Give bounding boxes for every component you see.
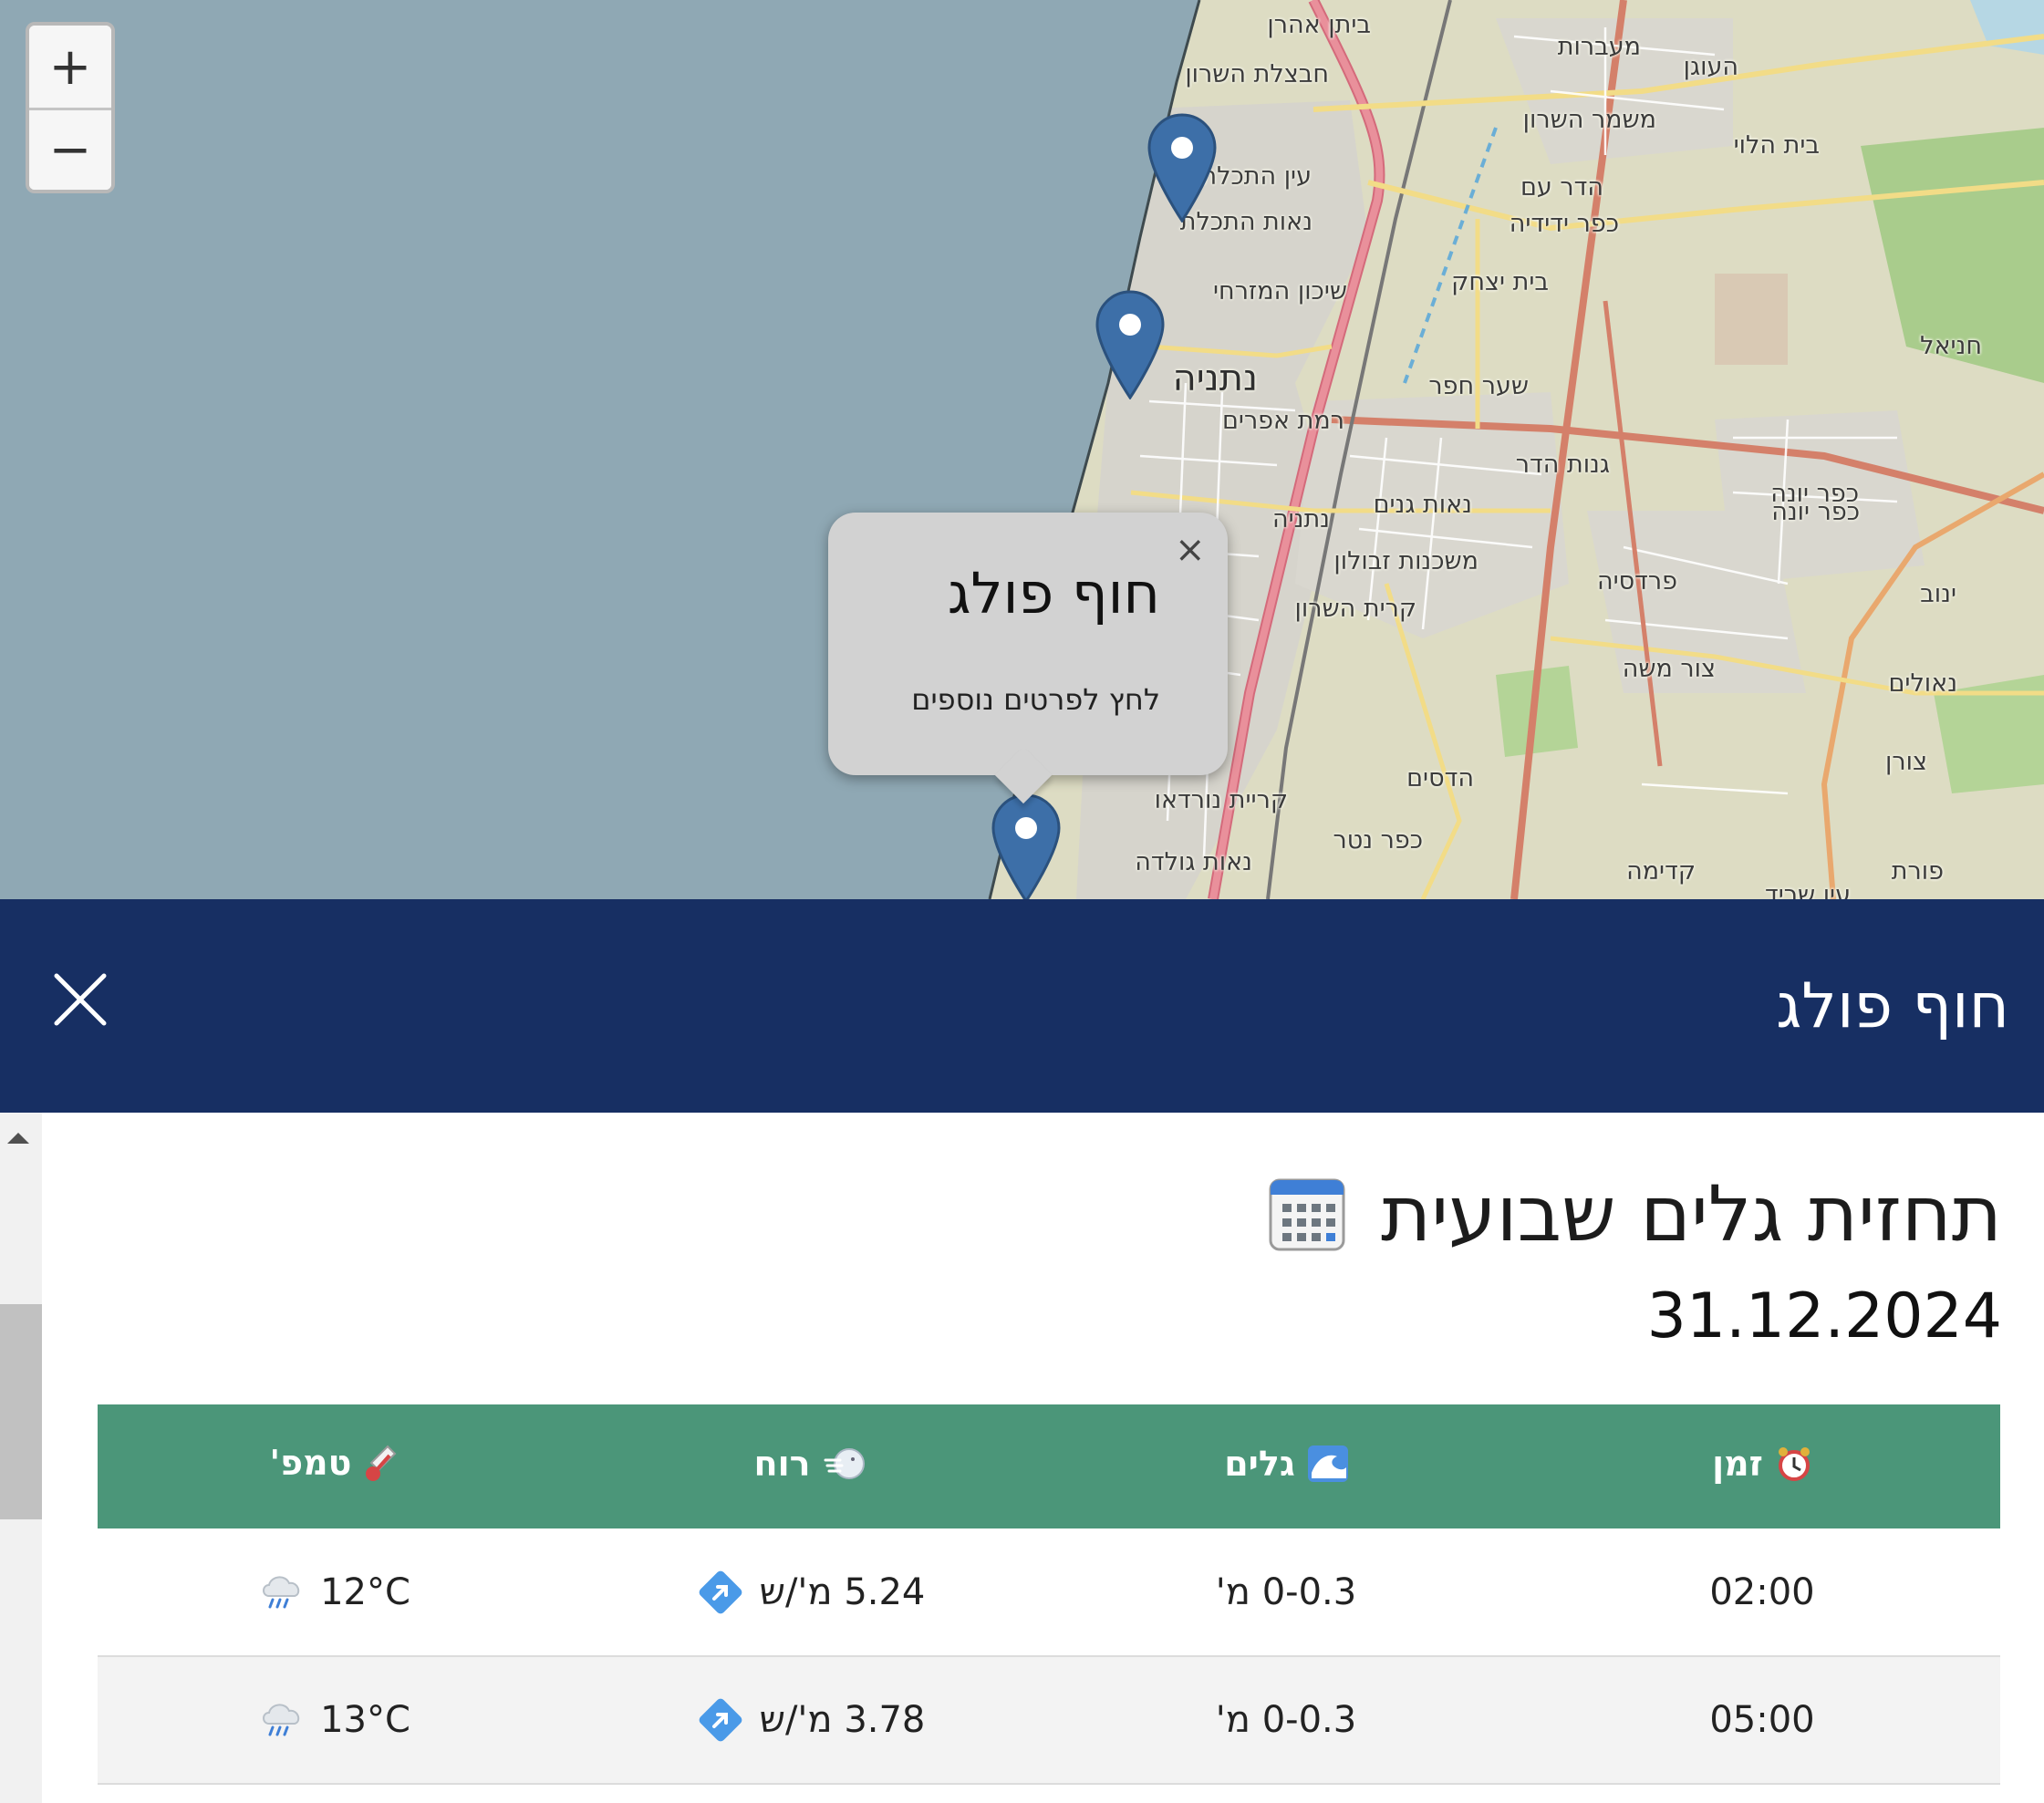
map-label: פורת — [1891, 857, 1944, 886]
time-value: 05:00 — [1709, 1699, 1815, 1741]
map-marker-pin-icon-selected[interactable] — [991, 793, 1061, 899]
map-label: קדימה — [1626, 857, 1696, 886]
map-label: פרדסיה — [1596, 567, 1677, 596]
map-label: כפר יונה — [1771, 498, 1860, 526]
map-label: נאות גולדה — [1135, 848, 1252, 876]
temp-value: 13°C — [320, 1699, 410, 1741]
popup-close-icon[interactable]: × — [1175, 529, 1206, 571]
map-view[interactable]: ביתן אהרן מעברות העוגן חבצלת השרון משמר … — [0, 0, 2044, 899]
waves-value: 0-0.3 מ' — [1215, 1570, 1357, 1613]
cell-waves: 0-0.3 מ' — [1048, 1528, 1524, 1656]
map-label: משכנות זבולון — [1333, 547, 1479, 575]
map-label: עין התכלת — [1200, 162, 1312, 191]
forecast-date: 31.12.2024 — [1646, 1280, 2002, 1352]
map-label: קרית השרון — [1294, 595, 1416, 623]
map-marker-pin-icon[interactable] — [1147, 113, 1217, 223]
zoom-in-button[interactable]: + — [29, 26, 111, 108]
calendar-icon — [1269, 1178, 1345, 1251]
section-title-text: תחזית גלים שבועית — [1381, 1169, 2002, 1259]
header-wind-label: רוח — [753, 1443, 811, 1484]
panel-title: חוף פולג — [1776, 970, 2009, 1042]
cell-temp: 13°C — [98, 1656, 573, 1784]
cell-wind: 5.24 מ'/ש — [573, 1528, 1048, 1656]
map-label: בית הלוי — [1733, 131, 1820, 160]
wind-direction-arrow-icon — [699, 1698, 742, 1742]
map-label: צורן — [1885, 748, 1927, 776]
close-icon[interactable] — [53, 972, 108, 1027]
alarm-clock-icon — [1778, 1446, 1810, 1481]
waves-value: 0-0.3 מ' — [1215, 1699, 1357, 1741]
map-label: שיכון המזרחי — [1213, 277, 1347, 306]
cell-time: 05:00 — [1524, 1656, 2000, 1784]
map-label: מעברות — [1557, 33, 1641, 61]
scrollbar[interactable] — [0, 1113, 42, 1803]
cell-wind: 3.78 מ'/ש — [573, 1656, 1048, 1784]
temp-value: 12°C — [320, 1570, 410, 1613]
forecast-table: זמן גלים רוח טמפ' 02:00 0-0.3 מ' 5.24 מ'… — [98, 1404, 2000, 1785]
map-label: ינוב — [1920, 580, 1956, 608]
map-label: כפר נטר — [1333, 826, 1423, 855]
zoom-control: + − — [26, 22, 115, 193]
header-time-label: זמן — [1712, 1443, 1763, 1484]
section-title: תחזית גלים שבועית — [1268, 1169, 2002, 1259]
zoom-out-button[interactable]: − — [29, 108, 111, 190]
map-label: נתניה — [1172, 357, 1258, 399]
map-label: חבצלת השרון — [1185, 60, 1329, 88]
scroll-up-arrow-icon[interactable] — [7, 1133, 29, 1144]
scrollbar-thumb[interactable] — [0, 1304, 42, 1519]
map-label: משמר השרון — [1522, 106, 1656, 134]
map-label: נאות גנים — [1373, 491, 1472, 519]
header-waves-label: גלים — [1224, 1443, 1295, 1484]
cell-temp: 12°C — [98, 1528, 573, 1656]
map-label: נתניה — [1271, 505, 1330, 534]
popup-title: חוף פולג — [947, 560, 1160, 627]
header-temp-label: טמפ' — [269, 1442, 352, 1483]
time-value: 02:00 — [1709, 1570, 1815, 1613]
rain-cloud-icon — [263, 1704, 300, 1736]
map-label: ביתן אהרן — [1267, 11, 1371, 39]
wind-value: 5.24 מ'/ש — [759, 1570, 926, 1613]
cell-time: 02:00 — [1524, 1528, 2000, 1656]
header-time: זמן — [1524, 1404, 2000, 1528]
map-label: הדסים — [1406, 764, 1474, 793]
map-label: צור משה — [1622, 655, 1716, 683]
wind-direction-arrow-icon — [699, 1570, 742, 1613]
popup-details-link[interactable]: לחץ לפרטים נוספים — [911, 682, 1160, 717]
table-row: 02:00 0-0.3 מ' 5.24 מ'/ש 12°C — [98, 1528, 2000, 1656]
map-label: בית יצחק — [1451, 268, 1549, 296]
beach-panel-header: חוף פולג — [0, 899, 2044, 1113]
map-marker-pin-icon[interactable] — [1095, 290, 1165, 399]
map-popup: × חוף פולג לחץ לפרטים נוספים — [828, 513, 1228, 775]
thermometer-icon — [366, 1445, 397, 1481]
map-label: הדר עם — [1520, 173, 1603, 202]
table-header-row: זמן גלים רוח טמפ' — [98, 1404, 2000, 1528]
map-label: העוגן — [1683, 53, 1738, 81]
header-waves: גלים — [1048, 1404, 1524, 1528]
wind-value: 3.78 מ'/ש — [759, 1699, 926, 1741]
map-label: עין שריד — [1764, 881, 1851, 899]
rain-cloud-icon — [263, 1576, 300, 1608]
map-label: קריית נורדאו — [1154, 786, 1288, 814]
header-wind: רוח — [573, 1404, 1048, 1528]
cell-waves: 0-0.3 מ' — [1048, 1656, 1524, 1784]
wind-face-icon — [824, 1447, 865, 1479]
map-label: כפר ידידיה — [1509, 210, 1619, 238]
wave-icon — [1307, 1445, 1348, 1482]
table-row: 05:00 0-0.3 מ' 3.78 מ'/ש 13°C — [98, 1656, 2000, 1784]
forecast-content[interactable]: תחזית גלים שבועית 31.12.2024 זמן גלים רו… — [0, 1113, 2044, 1803]
map-label: רמת אפרים — [1221, 407, 1344, 435]
header-temp: טמפ' — [98, 1404, 573, 1528]
map-label: שער חפר — [1428, 372, 1529, 400]
map-label: חניאל — [1920, 332, 1982, 360]
map-label: נאולים — [1888, 669, 1957, 698]
map-label: גנות הדר — [1515, 451, 1610, 479]
